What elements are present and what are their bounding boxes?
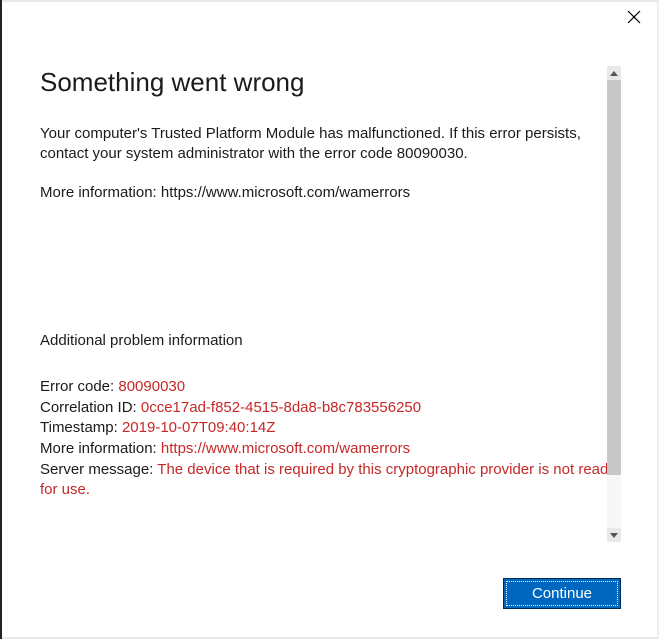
content-area: Something went wrong Your computer's Tru… bbox=[2, 36, 657, 566]
close-icon bbox=[627, 10, 641, 24]
scroll-up-button[interactable] bbox=[607, 66, 621, 80]
chevron-down-icon bbox=[610, 533, 618, 538]
server-message-line: Server message: The device that is requi… bbox=[40, 460, 621, 501]
error-message: Your computer's Trusted Platform Module … bbox=[40, 124, 621, 165]
details-more-info-label: More information: bbox=[40, 440, 161, 457]
titlebar bbox=[2, 2, 657, 36]
correlation-id-line: Correlation ID: 0cce17ad-f852-4515-8da8-… bbox=[40, 398, 621, 419]
scroll-region: Something went wrong Your computer's Tru… bbox=[40, 66, 621, 542]
continue-button[interactable]: Continue bbox=[503, 578, 621, 609]
scroll-down-button[interactable] bbox=[607, 528, 621, 542]
dialog-footer: Continue bbox=[2, 566, 657, 637]
additional-info-heading: Additional problem information bbox=[40, 332, 621, 349]
scroll-track[interactable] bbox=[607, 80, 621, 528]
error-dialog: Something went wrong Your computer's Tru… bbox=[2, 2, 657, 637]
more-info-url: https://www.microsoft.com/wamerrors bbox=[161, 184, 410, 201]
more-info-line: More information: https://www.microsoft.… bbox=[40, 183, 621, 204]
spacer bbox=[40, 222, 621, 332]
dialog-heading: Something went wrong bbox=[40, 66, 621, 100]
server-message-label: Server message: bbox=[40, 461, 157, 478]
correlation-id-label: Correlation ID: bbox=[40, 399, 141, 416]
timestamp-line: Timestamp: 2019-10-07T09:40:14Z bbox=[40, 418, 621, 439]
vertical-scrollbar[interactable] bbox=[607, 66, 621, 542]
correlation-id-value: 0cce17ad-f852-4515-8da8-b8c783556250 bbox=[141, 399, 421, 416]
error-code-value: 80090030 bbox=[118, 378, 185, 395]
close-button[interactable] bbox=[627, 10, 645, 28]
details-more-info-value: https://www.microsoft.com/wamerrors bbox=[161, 440, 410, 457]
more-info-prefix: More information: bbox=[40, 184, 161, 201]
scroll-thumb[interactable] bbox=[607, 80, 621, 475]
error-code-line: Error code: 80090030 bbox=[40, 377, 621, 398]
details-more-info-line: More information: https://www.microsoft.… bbox=[40, 439, 621, 460]
timestamp-label: Timestamp: bbox=[40, 419, 122, 436]
chevron-up-icon bbox=[610, 71, 618, 76]
timestamp-value: 2019-10-07T09:40:14Z bbox=[122, 419, 275, 436]
error-code-label: Error code: bbox=[40, 378, 118, 395]
